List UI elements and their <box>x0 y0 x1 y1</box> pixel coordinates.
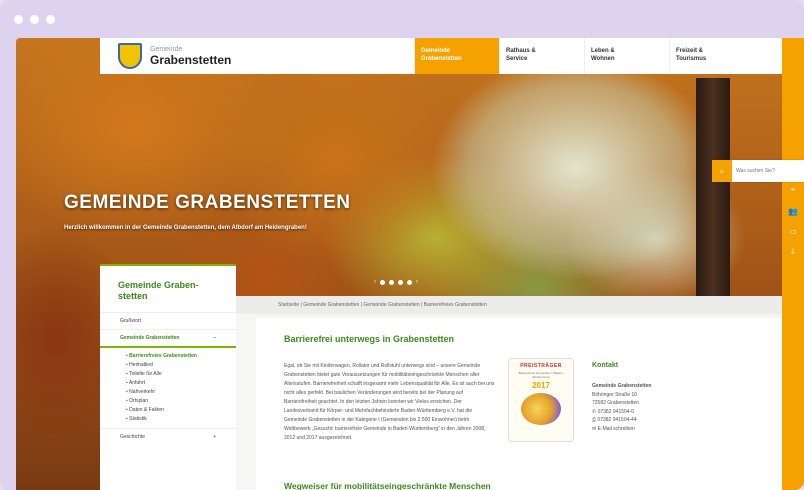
credit-card-icon[interactable]: ▭ <box>788 228 798 236</box>
slider-dot[interactable] <box>389 279 394 285</box>
award-badge: PREISTRÄGER Barrierefreie Gemeinde in Ba… <box>508 358 574 442</box>
header-bar: Gemeinde Grabenstetten Gemeinde Grabenste… <box>100 38 782 74</box>
mail-icon: ✉ <box>592 425 597 432</box>
contact-phone[interactable]: ✆ 07382 941504-0 <box>592 408 712 417</box>
breadcrumb[interactable]: Startseite | Gemeinde Grabenstetten | Ge… <box>236 296 782 314</box>
page-viewport: Gemeinde Grabenstetten Gemeinde Grabenste… <box>16 38 804 490</box>
expand-icon: + <box>213 434 216 440</box>
nav-leben[interactable]: Leben & Wohnen <box>584 38 669 74</box>
sidebar-item-gemeinde[interactable]: Gemeinde Grabenstetten – <box>100 329 236 348</box>
contact-email-link[interactable]: ✉ E-Mail schreiben <box>592 425 712 434</box>
search-input[interactable] <box>732 168 798 174</box>
window-dot-icon[interactable] <box>14 15 23 24</box>
sidebar-item-geschichte[interactable]: Geschichte + <box>100 428 236 445</box>
contact-title: Kontakt <box>592 362 619 369</box>
slider-dot[interactable] <box>407 279 412 285</box>
nav-freizeit[interactable]: Freizeit & Tourismus <box>669 38 754 74</box>
slider-dot[interactable] <box>398 279 403 285</box>
window-dot-icon[interactable] <box>46 15 55 24</box>
main-nav: Gemeinde Grabenstetten Rathaus & Service L… <box>414 38 782 74</box>
collapse-icon: – <box>213 335 216 341</box>
award-emblem-icon <box>521 393 561 425</box>
search-box: ⌕ <box>712 160 804 182</box>
brand-small: Gemeinde <box>150 45 183 53</box>
hero-title: GEMEINDE GRABENSTETTEN <box>64 192 351 213</box>
sidebar-submenu: Barrierefreies Grabenstetten Heimatlied … <box>100 348 236 428</box>
subitem-barrierefrei[interactable]: Barrierefreies Grabenstetten <box>126 352 236 361</box>
contact-name: Gemeinde Grabenstetten <box>592 383 652 389</box>
chevron-right-icon[interactable]: › <box>416 279 418 285</box>
window-dot-icon[interactable] <box>30 15 39 24</box>
award-text: Barrierefreie Gemeinde in Baden-Württemb… <box>518 371 564 379</box>
site-logo[interactable]: Gemeinde Grabenstetten <box>100 38 414 74</box>
subitem-anfahrt[interactable]: Anfahrt <box>126 379 236 388</box>
nav-rathaus[interactable]: Rathaus & Service <box>499 38 584 74</box>
subitem-ortsplan[interactable]: Ortsplan <box>126 397 236 406</box>
window-controls <box>14 15 55 24</box>
location-pin-icon[interactable]: ⌖ <box>788 186 798 194</box>
main-content: Startseite | Gemeinde Grabenstetten | Ge… <box>236 296 782 490</box>
article-heading: Barrierefrei unterwegs in Grabenstetten <box>284 334 455 344</box>
brand-name: Grabenstetten <box>150 52 232 67</box>
brand-text: Gemeinde Grabenstetten <box>150 46 231 67</box>
quick-rail: ⌖ 👥 ▭ ⤓ <box>782 38 804 490</box>
hero-subtitle: Herzlich willkommen in der Gemeinde Grab… <box>64 225 307 231</box>
award-title: PREISTRÄGER <box>520 363 562 369</box>
subitem-statistik[interactable]: Statistik <box>126 415 236 424</box>
slider-dot[interactable] <box>380 279 385 285</box>
contact-street: Böhringer Straße 10 <box>592 391 638 398</box>
browser-frame: Gemeinde Grabenstetten Gemeinde Grabenste… <box>0 0 804 490</box>
nav-gemeinde[interactable]: Gemeinde Grabenstetten <box>414 38 499 74</box>
sidebar-item-grusswort[interactable]: Grußwort <box>100 312 236 329</box>
search-icon[interactable]: ⌕ <box>712 160 732 182</box>
download-icon[interactable]: ⤓ <box>788 248 798 256</box>
crest-icon <box>118 43 142 69</box>
contact-fax: ⎙ 07382 941504-44 <box>592 417 637 423</box>
contact-box: Kontakt Gemeinde Grabenstetten Böhringer… <box>592 362 712 433</box>
people-icon[interactable]: 👥 <box>788 208 798 216</box>
subitem-heimatlied[interactable]: Heimatlied <box>126 361 236 370</box>
slider-controls: ‹ › <box>374 279 418 285</box>
article-paragraph: Egal, ob Sie mit Kinderwagen, Rollator u… <box>284 363 495 441</box>
section-sidebar: Gemeinde Graben-stetten Grußwort Gemeind… <box>100 264 236 490</box>
sidebar-title: Gemeinde Graben-stetten <box>118 280 199 301</box>
phone-icon: ✆ <box>592 408 597 415</box>
award-year: 2017 <box>532 381 550 390</box>
subitem-toilette[interactable]: Toilette für Alle <box>126 370 236 379</box>
article-card: Barrierefrei unterwegs in Grabenstetten … <box>256 318 782 490</box>
subitem-nahverkehr[interactable]: Nahverkehr <box>126 388 236 397</box>
article-subheading: Wegweiser für mobilitätseingeschränkte M… <box>284 481 491 490</box>
fax-icon: ⎙ <box>592 417 597 423</box>
subitem-daten[interactable]: Daten & Fakten <box>126 406 236 415</box>
contact-city: 72582 Grabenstetten <box>592 400 639 406</box>
chevron-left-icon[interactable]: ‹ <box>374 279 376 285</box>
